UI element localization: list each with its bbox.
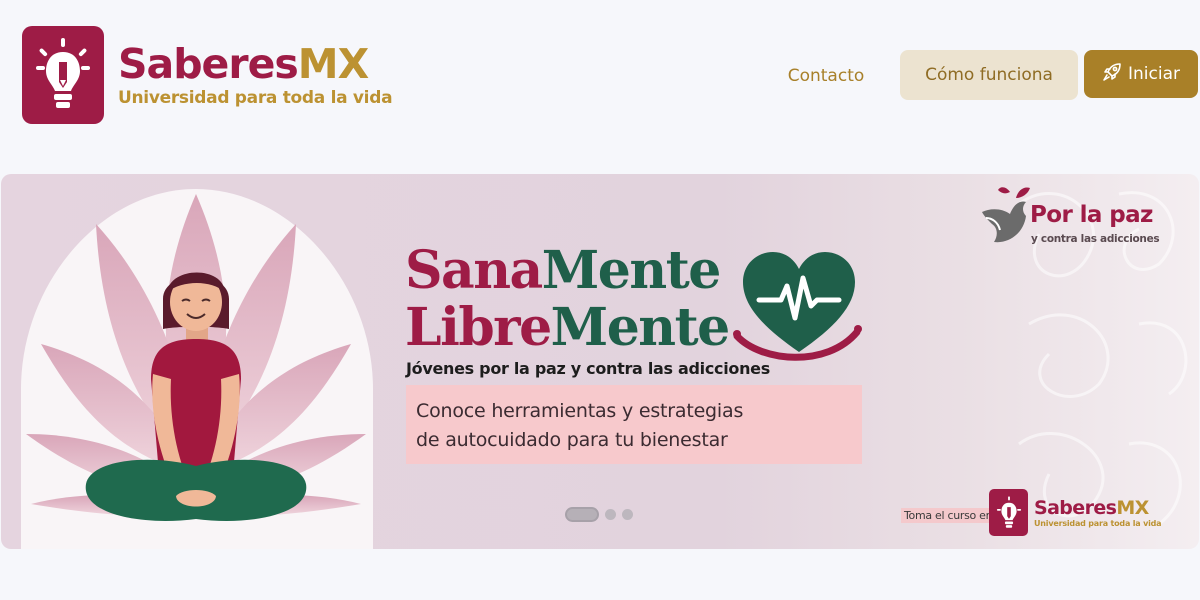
- meditating-woman-illustration: [21, 189, 373, 549]
- mini-brand-name: SaberesMX: [1034, 497, 1149, 519]
- rocket-icon: [1102, 62, 1122, 87]
- campaign-subtitle: y contra las adicciones: [1031, 233, 1160, 245]
- banner-description-line2: de autocuidado para tu bienestar: [416, 429, 728, 451]
- carousel-dot-3[interactable]: [622, 509, 633, 520]
- banner-title-line2: LibreMente: [405, 297, 730, 358]
- how-it-works-button[interactable]: Cómo funciona: [900, 50, 1078, 100]
- take-course-label: Toma el curso en:: [901, 508, 999, 523]
- banner-title-line1: SanaMente: [405, 240, 721, 301]
- banner-description-line1: Conoce herramientas y estrategias: [416, 400, 744, 422]
- carousel-dot-active[interactable]: [565, 507, 599, 522]
- carousel-dot-2[interactable]: [605, 509, 616, 520]
- banner-subtitle: Jóvenes por la paz y contra las adiccion…: [406, 359, 770, 378]
- campaign-title: Por la paz: [1030, 202, 1153, 228]
- carousel-indicators: [565, 507, 633, 522]
- brand-tagline: Universidad para toda la vida: [118, 88, 393, 108]
- lightbulb-pencil-icon: [22, 26, 104, 124]
- hero-banner[interactable]: SanaMente LibreMente Jóvenes por la paz …: [1, 174, 1199, 549]
- saberesmx-logo[interactable]: SaberesMX Universidad para toda la vida: [22, 26, 393, 124]
- start-button-label: Iniciar: [1128, 64, 1180, 84]
- saberesmx-mini-logo[interactable]: SaberesMX Universidad para toda la vida: [989, 489, 1162, 536]
- banner-description-box: Conoce herramientas y estrategias de aut…: [406, 385, 862, 464]
- lightbulb-pencil-icon: [989, 489, 1028, 536]
- site-header: SaberesMX Universidad para toda la vida …: [0, 0, 1200, 150]
- brand-name: SaberesMX: [118, 40, 369, 88]
- start-button[interactable]: Iniciar: [1084, 50, 1198, 98]
- nav-contact-link[interactable]: Contacto: [780, 62, 872, 90]
- mini-brand-tagline: Universidad para toda la vida: [1034, 519, 1162, 528]
- heart-pulse-icon: [733, 252, 862, 361]
